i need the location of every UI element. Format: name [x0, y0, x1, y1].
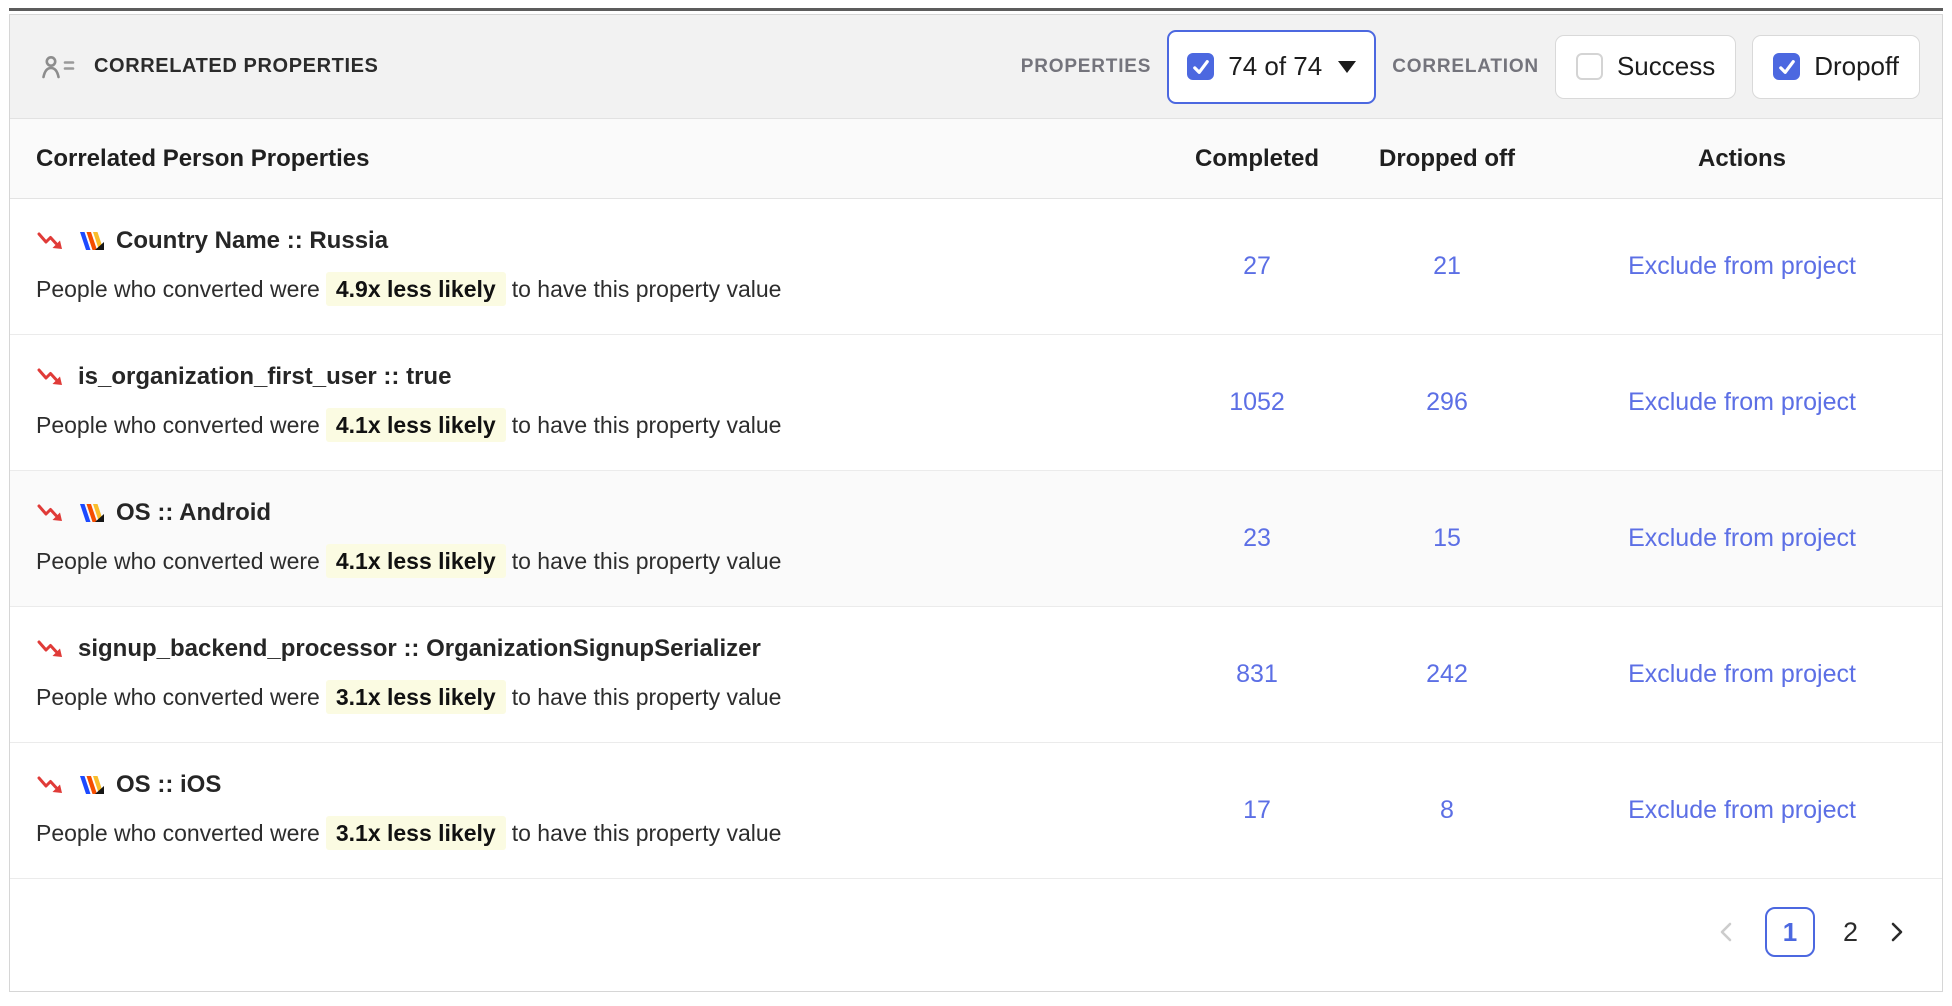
property-cell: is_organization_first_user :: true Peopl… [10, 335, 1162, 470]
description-prefix: People who converted were [36, 548, 320, 574]
trend-down-icon [36, 366, 67, 389]
multiplier-highlight: 4.1x less likely [326, 544, 506, 578]
multiplier-highlight: 3.1x less likely [326, 680, 506, 714]
top-divider [9, 8, 1943, 11]
actions-cell: Exclude from project [1542, 796, 1942, 825]
description-prefix: People who converted were [36, 820, 320, 846]
properties-count-value: 74 of 74 [1228, 51, 1322, 82]
description-prefix: People who converted were [36, 412, 320, 438]
dropped-count[interactable]: 296 [1352, 388, 1542, 417]
property-description: People who converted were3.1x less likel… [36, 680, 1142, 714]
property-name: Country Name :: Russia [116, 227, 388, 255]
toolbar-controls: PROPERTIES 74 of 74 CORRELATION Success [1021, 30, 1920, 104]
card-toolbar: CORRELATED PROPERTIES PROPERTIES 74 of 7… [10, 15, 1942, 119]
select-all-checkbox [1187, 53, 1214, 80]
exclude-from-project-link[interactable]: Exclude from project [1542, 252, 1942, 281]
multiplier-highlight: 4.9x less likely [326, 272, 506, 306]
property-description: People who converted were4.9x less likel… [36, 272, 1142, 306]
pagination: 1 2 [10, 879, 1942, 991]
col-header-property: Correlated Person Properties [10, 145, 1162, 173]
dropped-count[interactable]: 21 [1352, 252, 1542, 281]
page-next-button[interactable] [1886, 919, 1908, 945]
table-body: Country Name :: Russia People who conver… [10, 199, 1942, 879]
properties-label: PROPERTIES [1021, 56, 1151, 78]
filter-success-toggle[interactable]: Success [1555, 35, 1736, 99]
page-button-1[interactable]: 1 [1765, 907, 1815, 957]
filter-dropoff-toggle[interactable]: Dropoff [1752, 35, 1920, 99]
property-name: OS :: Android [116, 499, 271, 527]
completed-count[interactable]: 1052 [1162, 388, 1352, 417]
exclude-from-project-link[interactable]: Exclude from project [1542, 660, 1942, 689]
success-checkbox [1576, 53, 1603, 80]
correlation-analysis-panel: CORRELATED PROPERTIES PROPERTIES 74 of 7… [0, 0, 1952, 1006]
actions-cell: Exclude from project [1542, 388, 1942, 417]
actions-cell: Exclude from project [1542, 660, 1942, 689]
property-cell: OS :: iOS People who converted were3.1x … [10, 743, 1162, 878]
posthog-logo-icon [78, 231, 105, 252]
property-cell: OS :: Android People who converted were4… [10, 471, 1162, 606]
description-prefix: People who converted were [36, 684, 320, 710]
description-prefix: People who converted were [36, 276, 320, 302]
multiplier-highlight: 4.1x less likely [326, 408, 506, 442]
correlated-properties-card: CORRELATED PROPERTIES PROPERTIES 74 of 7… [9, 14, 1943, 992]
table-row: signup_backend_processor :: Organization… [10, 607, 1942, 743]
properties-count-dropdown[interactable]: 74 of 74 [1167, 30, 1376, 104]
dropoff-checkbox [1773, 53, 1800, 80]
multiplier-highlight: 3.1x less likely [326, 816, 506, 850]
property-name: is_organization_first_user :: true [78, 363, 451, 391]
exclude-from-project-link[interactable]: Exclude from project [1542, 796, 1942, 825]
correlation-label: CORRELATION [1392, 56, 1539, 78]
caret-down-icon [1338, 61, 1356, 73]
table-header-row: Correlated Person Properties Completed D… [10, 119, 1942, 199]
actions-cell: Exclude from project [1542, 524, 1942, 553]
description-suffix: to have this property value [512, 684, 782, 710]
table-row: OS :: iOS People who converted were3.1x … [10, 743, 1942, 879]
table-row: OS :: Android People who converted were4… [10, 471, 1942, 607]
card-title: CORRELATED PROPERTIES [94, 55, 378, 78]
trend-down-icon [36, 638, 67, 661]
property-cell: Country Name :: Russia People who conver… [10, 199, 1162, 334]
property-cell: signup_backend_processor :: Organization… [10, 607, 1162, 742]
success-toggle-label: Success [1617, 51, 1715, 82]
col-header-completed: Completed [1162, 145, 1352, 173]
description-suffix: to have this property value [512, 276, 782, 302]
dropped-count[interactable]: 15 [1352, 524, 1542, 553]
property-name: signup_backend_processor :: Organization… [78, 635, 761, 663]
completed-count[interactable]: 23 [1162, 524, 1352, 553]
dropped-count[interactable]: 242 [1352, 660, 1542, 689]
completed-count[interactable]: 17 [1162, 796, 1352, 825]
dropped-count[interactable]: 8 [1352, 796, 1542, 825]
actions-cell: Exclude from project [1542, 252, 1942, 281]
page-button-2[interactable]: 2 [1843, 917, 1858, 948]
table-row: Country Name :: Russia People who conver… [10, 199, 1942, 335]
dropoff-toggle-label: Dropoff [1814, 51, 1899, 82]
completed-count[interactable]: 831 [1162, 660, 1352, 689]
table-row: is_organization_first_user :: true Peopl… [10, 335, 1942, 471]
page-prev-button[interactable] [1715, 919, 1737, 945]
card-title-group: CORRELATED PROPERTIES [40, 53, 378, 81]
col-header-actions: Actions [1542, 145, 1942, 173]
description-suffix: to have this property value [512, 412, 782, 438]
person-properties-icon [40, 53, 80, 81]
posthog-logo-icon [78, 503, 105, 524]
property-description: People who converted were4.1x less likel… [36, 544, 1142, 578]
posthog-logo-icon [78, 775, 105, 796]
completed-count[interactable]: 27 [1162, 252, 1352, 281]
exclude-from-project-link[interactable]: Exclude from project [1542, 524, 1942, 553]
trend-down-icon [36, 774, 67, 797]
exclude-from-project-link[interactable]: Exclude from project [1542, 388, 1942, 417]
trend-down-icon [36, 502, 67, 525]
property-name: OS :: iOS [116, 771, 221, 799]
property-description: People who converted were3.1x less likel… [36, 816, 1142, 850]
trend-down-icon [36, 230, 67, 253]
description-suffix: to have this property value [512, 820, 782, 846]
description-suffix: to have this property value [512, 548, 782, 574]
col-header-dropped: Dropped off [1352, 145, 1542, 173]
property-description: People who converted were4.1x less likel… [36, 408, 1142, 442]
